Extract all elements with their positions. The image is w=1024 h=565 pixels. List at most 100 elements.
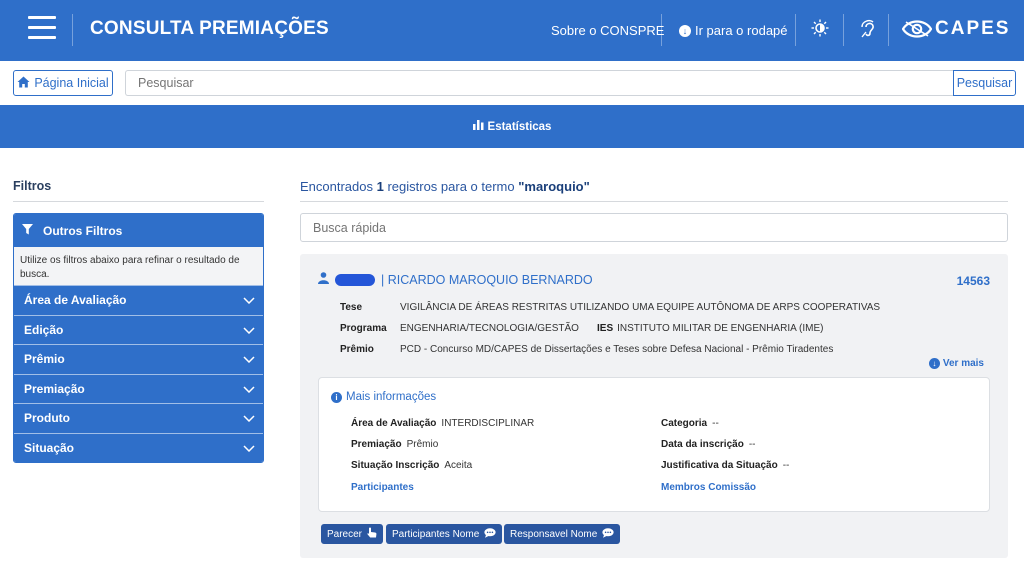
filter-item-situacao[interactable]: Situação [14, 432, 263, 462]
divider [300, 201, 1008, 202]
participantes-nome-button[interactable]: Participantes Nome [386, 524, 503, 544]
programa-value: ENGENHARIA/TECNOLOGIA/GESTÃO [400, 323, 579, 334]
results-count: 1 [376, 179, 384, 194]
record-id: 14563 [956, 274, 990, 288]
home-button[interactable]: Página Inicial [13, 70, 113, 96]
data-inscricao-value: -- [748, 439, 756, 450]
divider [843, 14, 844, 46]
person-name: | RICARDO MAROQUIO BERNARDO [381, 272, 593, 287]
search-button[interactable]: Pesquisar [953, 70, 1016, 96]
premiacao-value: Prêmio [406, 439, 439, 450]
other-filters-label: Outros Filtros [43, 223, 123, 238]
results-middle: registros para o termo [383, 179, 519, 194]
filter-item-area-avaliacao[interactable]: Área de Avaliação [14, 285, 263, 315]
app-title: CONSULTA PREMIAÇÕES [90, 18, 329, 39]
categoria-field: Categoria -- [661, 418, 719, 429]
arrow-down-circle-icon: ↓ [679, 24, 691, 37]
justificativa-label: Justificativa da Situação [661, 460, 778, 471]
footer-link-label: Ir para o rodapé [695, 23, 788, 38]
responsavel-nome-button[interactable]: Responsavel Nome [504, 524, 621, 544]
top-header: CONSULTA PREMIAÇÕES Sobre o CONSPRE ↓ Ir… [0, 0, 1024, 61]
situacao-field: Situação Inscrição Aceita [351, 460, 472, 471]
filter-panel: Outros Filtros Utilize os filtros abaixo… [13, 213, 264, 463]
comment-icon [484, 527, 496, 541]
data-inscricao-field: Data da inscrição -- [661, 439, 755, 450]
filter-item-label: Premiação [24, 381, 85, 396]
more-info-header: i Mais informações [331, 391, 436, 403]
filter-item-premio[interactable]: Prêmio [14, 344, 263, 374]
results-prefix: Encontrados [300, 179, 377, 194]
bar-chart-icon [472, 120, 484, 133]
chevron-down-icon [243, 293, 255, 307]
pointer-hand-icon [367, 527, 377, 541]
results-summary: Encontrados 1 registros para o termo "ma… [300, 179, 590, 194]
divider [661, 14, 662, 46]
filter-item-label: Produto [24, 411, 70, 426]
participantes-nome-label: Participantes Nome [392, 528, 480, 540]
parecer-button[interactable]: Parecer [321, 524, 384, 544]
statistics-bar[interactable]: Estatísticas [0, 105, 1024, 148]
more-info-title: Mais informações [346, 391, 437, 403]
divider [72, 14, 73, 46]
filter-item-label: Situação [24, 440, 75, 455]
info-icon: i [331, 391, 342, 403]
tese-value: VIGILÂNCIA DE ÁREAS RESTRITAS UTILIZANDO… [400, 302, 881, 313]
area-value: INTERDISCIPLINAR [441, 418, 535, 429]
data-inscricao-label: Data da inscrição [661, 439, 744, 450]
result-card: | RICARDO MAROQUIO BERNARDO 14563 Tese V… [300, 254, 1008, 558]
membros-comissao-link[interactable]: Membros Comissão [661, 482, 756, 493]
filter-item-produto[interactable]: Produto [14, 403, 263, 433]
footer-link[interactable]: ↓ Ir para o rodapé [679, 23, 788, 38]
about-link[interactable]: Sobre o CONSPRE [551, 23, 664, 38]
filter-item-premiacao[interactable]: Premiação [14, 373, 263, 403]
premiacao-field: Premiação Prêmio [351, 439, 438, 450]
premio-value: PCD - Concurso MD/CAPES de Dissertações … [400, 344, 834, 355]
search-input[interactable] [125, 70, 955, 96]
filter-item-label: Área de Avaliação [24, 293, 127, 308]
ver-mais-link[interactable]: ↓ Ver mais [928, 358, 984, 369]
chevron-down-icon [243, 382, 255, 396]
chevron-down-icon [243, 352, 255, 366]
tese-label: Tese [340, 302, 363, 313]
home-icon [17, 76, 30, 91]
divider [795, 14, 796, 46]
justificativa-field: Justificativa da Situação -- [661, 460, 789, 471]
ver-mais-label: Ver mais [942, 358, 984, 369]
ies-value: INSTITUTO MILITAR DE ENGENHARIA (IME) [617, 323, 824, 334]
programa-label: Programa [340, 323, 387, 334]
chevron-down-icon [243, 411, 255, 425]
filter-funnel-icon [22, 223, 33, 238]
capes-logo[interactable]: CAPES [902, 18, 1010, 40]
quick-search-input[interactable] [300, 213, 1008, 242]
results-term: "maroquio" [518, 179, 590, 194]
logo-text: CAPES [935, 18, 1011, 39]
divider [888, 14, 889, 46]
chevron-down-icon [243, 441, 255, 455]
user-icon [318, 272, 329, 287]
statistics-label: Estatísticas [487, 120, 552, 133]
programa-row: Programa ENGENHARIA/TECNOLOGIA/GESTÃO IE… [340, 323, 823, 334]
filter-help-text: Utilize os filtros abaixo para refinar o… [14, 247, 263, 285]
filter-item-label: Prêmio [24, 352, 65, 367]
situacao-value: Aceita [444, 460, 473, 471]
premio-label: Prêmio [340, 344, 374, 355]
contrast-icon[interactable] [811, 19, 829, 42]
justificativa-value: -- [782, 460, 790, 471]
more-info-panel: i Mais informações Área de Avaliação INTE… [318, 377, 990, 512]
filter-item-label: Edição [24, 322, 64, 337]
menu-icon[interactable] [28, 16, 56, 40]
categoria-label: Categoria [661, 418, 708, 429]
other-filters-header: Outros Filtros [14, 214, 263, 247]
responsavel-nome-label: Responsavel Nome [510, 528, 598, 540]
arrow-down-circle-icon: ↓ [928, 358, 940, 369]
divider [13, 201, 264, 202]
premio-row: Prêmio PCD - Concurso MD/CAPES de Disser… [340, 344, 833, 355]
accessibility-hearing-icon[interactable] [860, 19, 878, 44]
area-field: Área de Avaliação INTERDISCIPLINAR [351, 418, 534, 429]
filter-item-edicao[interactable]: Edição [14, 314, 263, 344]
participantes-link[interactable]: Participantes [351, 482, 414, 493]
ies-label: IES [597, 323, 614, 334]
record-person[interactable]: | RICARDO MAROQUIO BERNARDO [318, 272, 593, 287]
home-button-label: Página Inicial [34, 76, 109, 90]
categoria-value: -- [712, 418, 719, 429]
